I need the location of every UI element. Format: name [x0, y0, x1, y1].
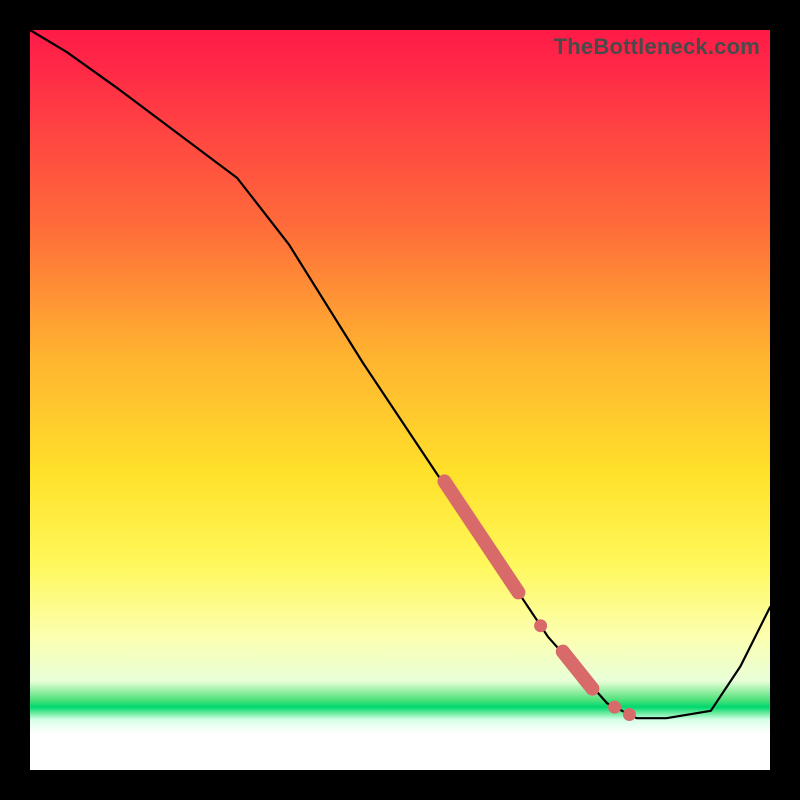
marker-dot [534, 619, 547, 632]
marker-dot [623, 708, 636, 721]
plot-area: TheBottleneck.com [30, 30, 770, 770]
markers-group [444, 481, 636, 721]
chart-frame: TheBottleneck.com [0, 0, 800, 800]
chart-overlay [30, 30, 770, 770]
marker-capsule [444, 481, 518, 592]
curve-line [30, 30, 770, 718]
marker-dot [608, 701, 621, 714]
marker-capsule [563, 652, 593, 689]
